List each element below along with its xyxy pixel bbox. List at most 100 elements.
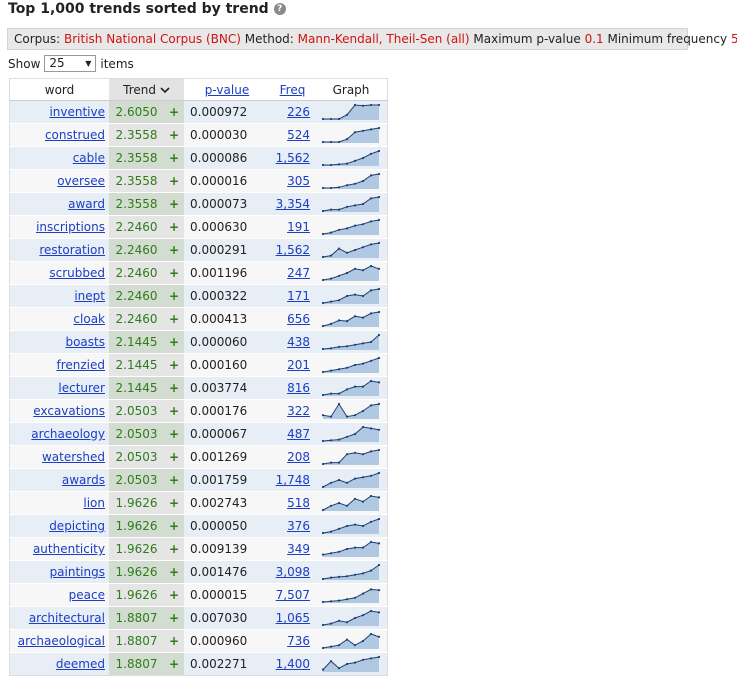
freq-cell: 816 (270, 376, 315, 400)
sparkline-point (345, 251, 349, 254)
word-link[interactable]: architectural (29, 611, 105, 625)
word-cell: paintings (9, 560, 109, 584)
freq-cell: 736 (270, 629, 315, 653)
sparkline-point (321, 508, 325, 512)
sparkline-point (321, 301, 325, 305)
help-icon[interactable]: ? (273, 3, 286, 15)
sparkline-point (377, 542, 381, 545)
table-row: lecturer 2.1445 +0.003774 816 (9, 376, 388, 400)
word-link[interactable]: archaeological (18, 634, 105, 648)
word-link[interactable]: lion (83, 496, 105, 510)
freq-link[interactable]: 201 (287, 358, 310, 372)
column-header-pvalue[interactable]: p-value (184, 78, 270, 101)
sparkline-point (321, 553, 325, 556)
word-link[interactable]: peace (69, 588, 105, 602)
freq-sort-link[interactable]: Freq (280, 83, 306, 97)
freq-link[interactable]: 438 (287, 335, 310, 349)
sparkline-point (377, 267, 381, 270)
trend-sparkline (321, 588, 381, 604)
word-link[interactable]: cable (73, 151, 105, 165)
freq-link[interactable]: 7,507 (276, 588, 310, 602)
word-link[interactable]: oversee (57, 174, 105, 188)
freq-link[interactable]: 305 (287, 174, 310, 188)
word-link[interactable]: inscriptions (36, 220, 105, 234)
query-info-bar: Corpus: British National Corpus (BNC) Me… (7, 28, 737, 50)
sparkline-point (361, 658, 365, 661)
table-row: cloak 2.2460 +0.000413 656 (9, 307, 388, 331)
sparkline-point (377, 218, 381, 222)
freq-link[interactable]: 736 (287, 634, 310, 648)
pvalue-sort-link[interactable]: p-value (205, 83, 249, 97)
trend-sparkline (321, 333, 381, 351)
column-header-word[interactable]: word (9, 78, 109, 101)
freq-link[interactable]: 208 (287, 450, 310, 464)
sparkline-point (345, 598, 349, 601)
word-link[interactable]: depicting (49, 519, 105, 533)
word-link[interactable]: restoration (39, 243, 105, 257)
freq-link[interactable]: 816 (287, 381, 310, 395)
freq-link[interactable]: 487 (287, 427, 310, 441)
word-link[interactable]: boasts (65, 335, 105, 349)
sparkline-point (337, 501, 341, 505)
freq-link[interactable]: 376 (287, 519, 310, 533)
sparkline-point (353, 616, 357, 620)
word-link[interactable]: inventive (49, 105, 105, 119)
sparkline-point (329, 254, 333, 257)
trend-header-label: Trend (123, 82, 156, 97)
freq-link[interactable]: 1,562 (276, 151, 310, 165)
trend-sparkline (321, 195, 381, 213)
word-link[interactable]: lecturer (58, 381, 105, 395)
trend-sparkline (321, 655, 381, 672)
freq-link[interactable]: 3,098 (276, 565, 310, 579)
freq-link[interactable]: 247 (287, 266, 310, 280)
sparkline-point (345, 294, 349, 298)
sparkline-point (321, 623, 325, 627)
freq-link[interactable]: 518 (287, 496, 310, 510)
freq-cell: 656 (270, 307, 315, 331)
sparkline-cell (315, 192, 388, 216)
word-link[interactable]: deemed (56, 657, 105, 671)
column-header-freq[interactable]: Freq (270, 78, 315, 101)
word-cell: peace (9, 583, 109, 607)
word-link[interactable]: paintings (50, 565, 105, 579)
word-link[interactable]: archaeology (31, 427, 105, 441)
column-header-trend[interactable]: Trend (109, 78, 184, 101)
freq-link[interactable]: 322 (287, 404, 310, 418)
word-link[interactable]: watershed (42, 450, 105, 464)
freq-link[interactable]: 1,562 (276, 243, 310, 257)
word-link[interactable]: excavations (33, 404, 105, 418)
table-row: inventive 2.6050 +0.000972 226 (9, 100, 388, 124)
sparkline-point (345, 205, 349, 208)
word-link[interactable]: construed (45, 128, 105, 142)
page-size-select[interactable]: 25 ▼ (44, 55, 97, 72)
trend-sparkline (321, 540, 381, 557)
freq-link[interactable]: 349 (287, 542, 310, 556)
word-link[interactable]: scrubbed (49, 266, 105, 280)
sparkline-point (369, 289, 373, 292)
freq-link[interactable]: 226 (287, 105, 310, 119)
freq-link[interactable]: 3,354 (276, 197, 310, 211)
pvalue-cell: 0.001196 (184, 261, 270, 285)
sparkline-point (361, 500, 365, 503)
sparkline-point (353, 497, 357, 500)
freq-cell: 1,400 (270, 652, 315, 676)
freq-link[interactable]: 656 (287, 312, 310, 326)
freq-cell: 1,748 (270, 468, 315, 492)
freq-link[interactable]: 1,065 (276, 611, 310, 625)
word-link[interactable]: cloak (73, 312, 105, 326)
word-link[interactable]: award (68, 197, 105, 211)
table-row: inept 2.2460 +0.000322 171 (9, 284, 388, 308)
table-row: excavations 2.0503 +0.000176 322 (9, 399, 388, 423)
freq-link[interactable]: 524 (287, 128, 310, 142)
word-link[interactable]: authenticity (33, 542, 105, 556)
column-header-graph: Graph (315, 78, 388, 101)
freq-link[interactable]: 1,400 (276, 657, 310, 671)
word-link[interactable]: frenzied (56, 358, 105, 372)
freq-link[interactable]: 171 (287, 289, 310, 303)
freq-link[interactable]: 1,748 (276, 473, 310, 487)
word-link[interactable]: inept (74, 289, 105, 303)
freq-link[interactable]: 191 (287, 220, 310, 234)
pvalue-cell: 0.000073 (184, 192, 270, 216)
word-link[interactable]: awards (62, 473, 105, 487)
sparkline-cell (315, 560, 388, 584)
